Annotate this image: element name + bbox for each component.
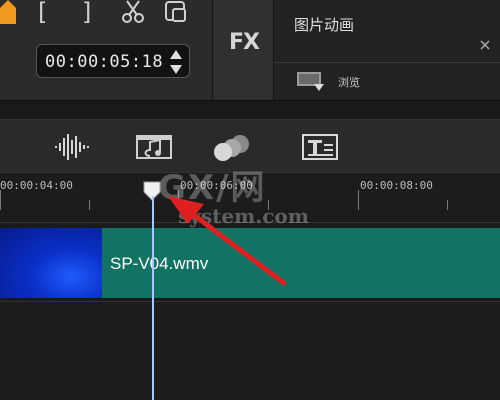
preview-controls: [ ] 00:00:05:18 — [0, 0, 212, 100]
timecode-value: 00:00:05:18 — [45, 52, 164, 72]
panel-splitter[interactable] — [0, 100, 500, 120]
track-divider — [0, 301, 500, 302]
clip-name: SP-V04.wmv — [110, 254, 209, 273]
video-clip[interactable]: SP-V04.wmv — [102, 228, 500, 298]
fx-panel-button[interactable]: FX — [212, 0, 274, 100]
chevron-collapse-icon[interactable] — [478, 38, 492, 52]
title-icon[interactable] — [300, 132, 340, 162]
library-panel: 图片动画 浏览 — [274, 0, 500, 100]
overlay-track[interactable] — [0, 304, 500, 400]
top-panel: [ ] 00:00:05:18 FX 图片动画 浏览 — [0, 0, 500, 100]
scissors-icon[interactable] — [120, 0, 146, 26]
ruler-tick — [447, 200, 448, 210]
picture-animation-label[interactable]: 图片动画 — [294, 14, 354, 35]
ruler-label: 00:00:08:00 — [360, 179, 433, 192]
timecode-field[interactable]: 00:00:05:18 — [36, 44, 190, 78]
playhead-line[interactable] — [152, 196, 154, 400]
fx-label: FX — [229, 30, 260, 55]
video-track[interactable]: SP-V04.wmv — [0, 226, 500, 300]
auto-music-icon[interactable] — [134, 132, 174, 162]
panel-divider — [274, 62, 500, 63]
mark-in-bracket[interactable]: [ — [38, 0, 47, 24]
browse-label[interactable]: 浏览 — [338, 74, 360, 90]
timecode-spinner-icon[interactable] — [169, 49, 183, 75]
ruler-tick — [0, 190, 1, 210]
audio-waveform-icon[interactable] — [52, 132, 92, 162]
watermark-url: system.com — [178, 204, 309, 228]
ruler-tick — [358, 190, 359, 210]
mark-out-bracket[interactable]: ] — [82, 0, 91, 24]
ruler-label: 00:00:04:00 — [0, 179, 73, 192]
watermark-logo: GX/网 — [158, 168, 267, 208]
motion-circles-icon[interactable] — [210, 132, 250, 162]
marker-icon[interactable] — [0, 0, 16, 24]
browse-icon[interactable] — [296, 70, 326, 92]
snapshot-icon[interactable] — [164, 0, 190, 26]
ruler-tick — [89, 200, 90, 210]
clip-thumbnail[interactable] — [0, 228, 102, 298]
